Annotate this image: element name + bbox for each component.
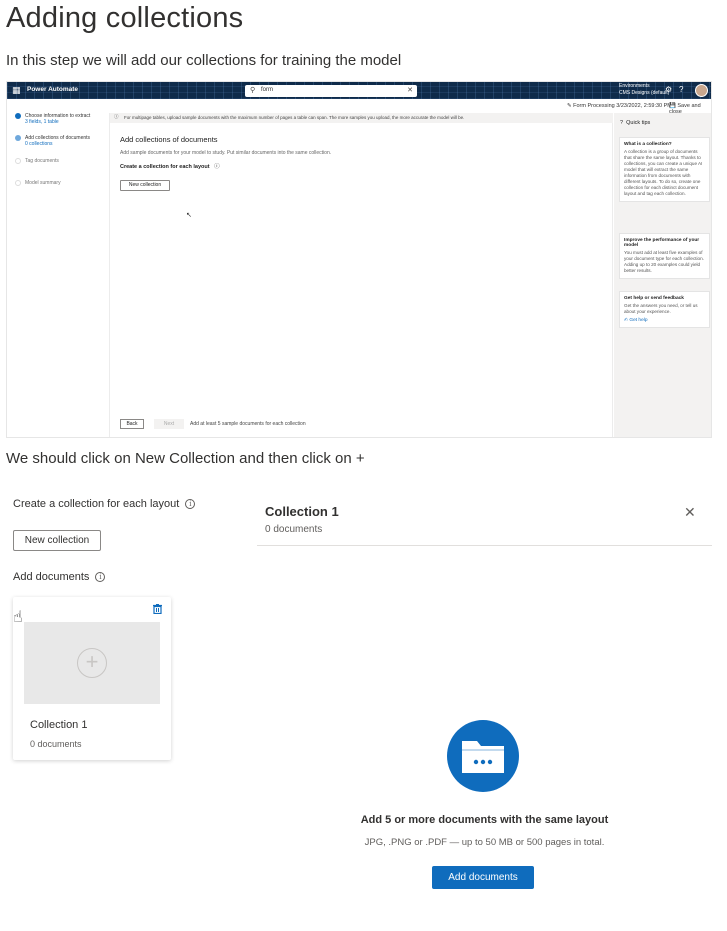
new-collection-button[interactable]: New collection xyxy=(120,180,170,191)
info-icon[interactable]: ⓘ xyxy=(214,164,220,170)
trash-icon[interactable] xyxy=(153,604,162,617)
collections-panel: Create a collection for each layout i New… xyxy=(6,490,236,790)
back-button[interactable]: Back xyxy=(120,419,144,429)
tip-card: Improve the performance of your model Yo… xyxy=(619,233,710,279)
add-documents-button[interactable]: Add documents xyxy=(432,866,534,889)
add-document-area[interactable]: + xyxy=(24,622,160,704)
tip-card: What is a collection? A collection is a … xyxy=(619,137,710,202)
info-bar: ⓘ For multipage tables, upload sample do… xyxy=(110,113,613,123)
current-step-icon xyxy=(15,135,21,141)
environment-selector[interactable]: Environments CMS Designs (default) xyxy=(619,83,669,96)
empty-state-subtitle: JPG, .PNG or .PDF — up to 50 MB or 500 p… xyxy=(364,837,605,848)
collection-card[interactable]: + Collection 1 0 documents xyxy=(13,597,171,760)
footer-note: Add at least 5 sample documents for each… xyxy=(190,421,306,427)
pending-step-icon xyxy=(15,180,21,186)
tip-card: Get help or send feedback Get the answer… xyxy=(619,291,710,328)
collection-document-count: 0 documents xyxy=(30,739,82,749)
plus-icon[interactable]: + xyxy=(77,648,107,678)
app-launcher-icon[interactable]: ▦ xyxy=(12,85,21,96)
new-collection-button[interactable]: New collection xyxy=(13,530,101,551)
brand-name: Power Automate xyxy=(27,86,79,93)
page-title: Adding collections xyxy=(6,2,244,34)
collection-document-count: 0 documents xyxy=(265,524,323,535)
help-icon[interactable]: ? xyxy=(679,85,683,94)
next-button[interactable]: Next xyxy=(154,419,184,429)
gear-icon[interactable]: ⚙ xyxy=(665,85,672,94)
quick-tips-title: ? Quick tips xyxy=(620,120,651,126)
main-content: ⓘ For multipage tables, upload sample do… xyxy=(109,113,613,437)
divider xyxy=(257,545,712,546)
pending-step-icon xyxy=(15,158,21,164)
collection-title: Collection 1 xyxy=(265,504,339,519)
top-bar: ▦ Power Automate ⚲ form ✕ Environments C… xyxy=(7,82,711,99)
info-icon: ⓘ xyxy=(114,114,119,119)
footer: Back Next Add at least 5 sample document… xyxy=(120,419,420,430)
hand-cursor-icon: ☝ xyxy=(13,609,23,626)
steps-sidebar: Choose information to extract 3 fields, … xyxy=(7,113,107,437)
quick-tips-panel: ? Quick tips What is a collection? A col… xyxy=(614,113,711,437)
get-help-link[interactable]: ✍ Get help xyxy=(624,318,705,323)
check-icon xyxy=(15,113,21,119)
form-processing-label: ✎ Form Processing 3/23/2022, 2:59:30 PM xyxy=(567,103,672,109)
mouse-cursor-icon: ↖ xyxy=(186,212,192,219)
empty-state-title: Add 5 or more documents with the same la… xyxy=(360,814,609,826)
create-collection-heading: Create a collection for each layout i xyxy=(13,498,196,510)
section-heading: Add collections of documents xyxy=(120,135,218,144)
search-input[interactable]: form xyxy=(261,87,273,93)
sub-bar: ✎ Form Processing 3/23/2022, 2:59:30 PM … xyxy=(7,99,711,115)
question-icon: ? xyxy=(620,120,624,126)
section-description: Add sample documents for your model to s… xyxy=(120,150,332,156)
instruction-text: We should click on New Collection and th… xyxy=(6,450,365,467)
search-box[interactable]: ⚲ form ✕ xyxy=(245,85,417,97)
close-icon[interactable]: ✕ xyxy=(684,504,696,521)
avatar[interactable] xyxy=(695,84,708,97)
search-icon: ⚲ xyxy=(250,87,256,94)
collection-detail-panel: Collection 1 0 documents ✕ Add 5 or more… xyxy=(257,490,712,910)
create-collection-heading: Create a collection for each layout ⓘ xyxy=(120,164,220,170)
collection-name: Collection 1 xyxy=(30,719,88,731)
add-documents-heading: Add documents i xyxy=(13,571,106,583)
power-automate-screenshot: ▦ Power Automate ⚲ form ✕ Environments C… xyxy=(6,81,712,438)
info-icon[interactable]: i xyxy=(95,572,106,582)
clear-search-icon[interactable]: ✕ xyxy=(407,86,413,94)
folder-icon xyxy=(447,720,519,792)
intro-text: In this step we will add our collections… xyxy=(6,52,402,69)
environment-name: CMS Designs (default) xyxy=(619,89,670,96)
info-icon[interactable]: i xyxy=(185,499,196,509)
